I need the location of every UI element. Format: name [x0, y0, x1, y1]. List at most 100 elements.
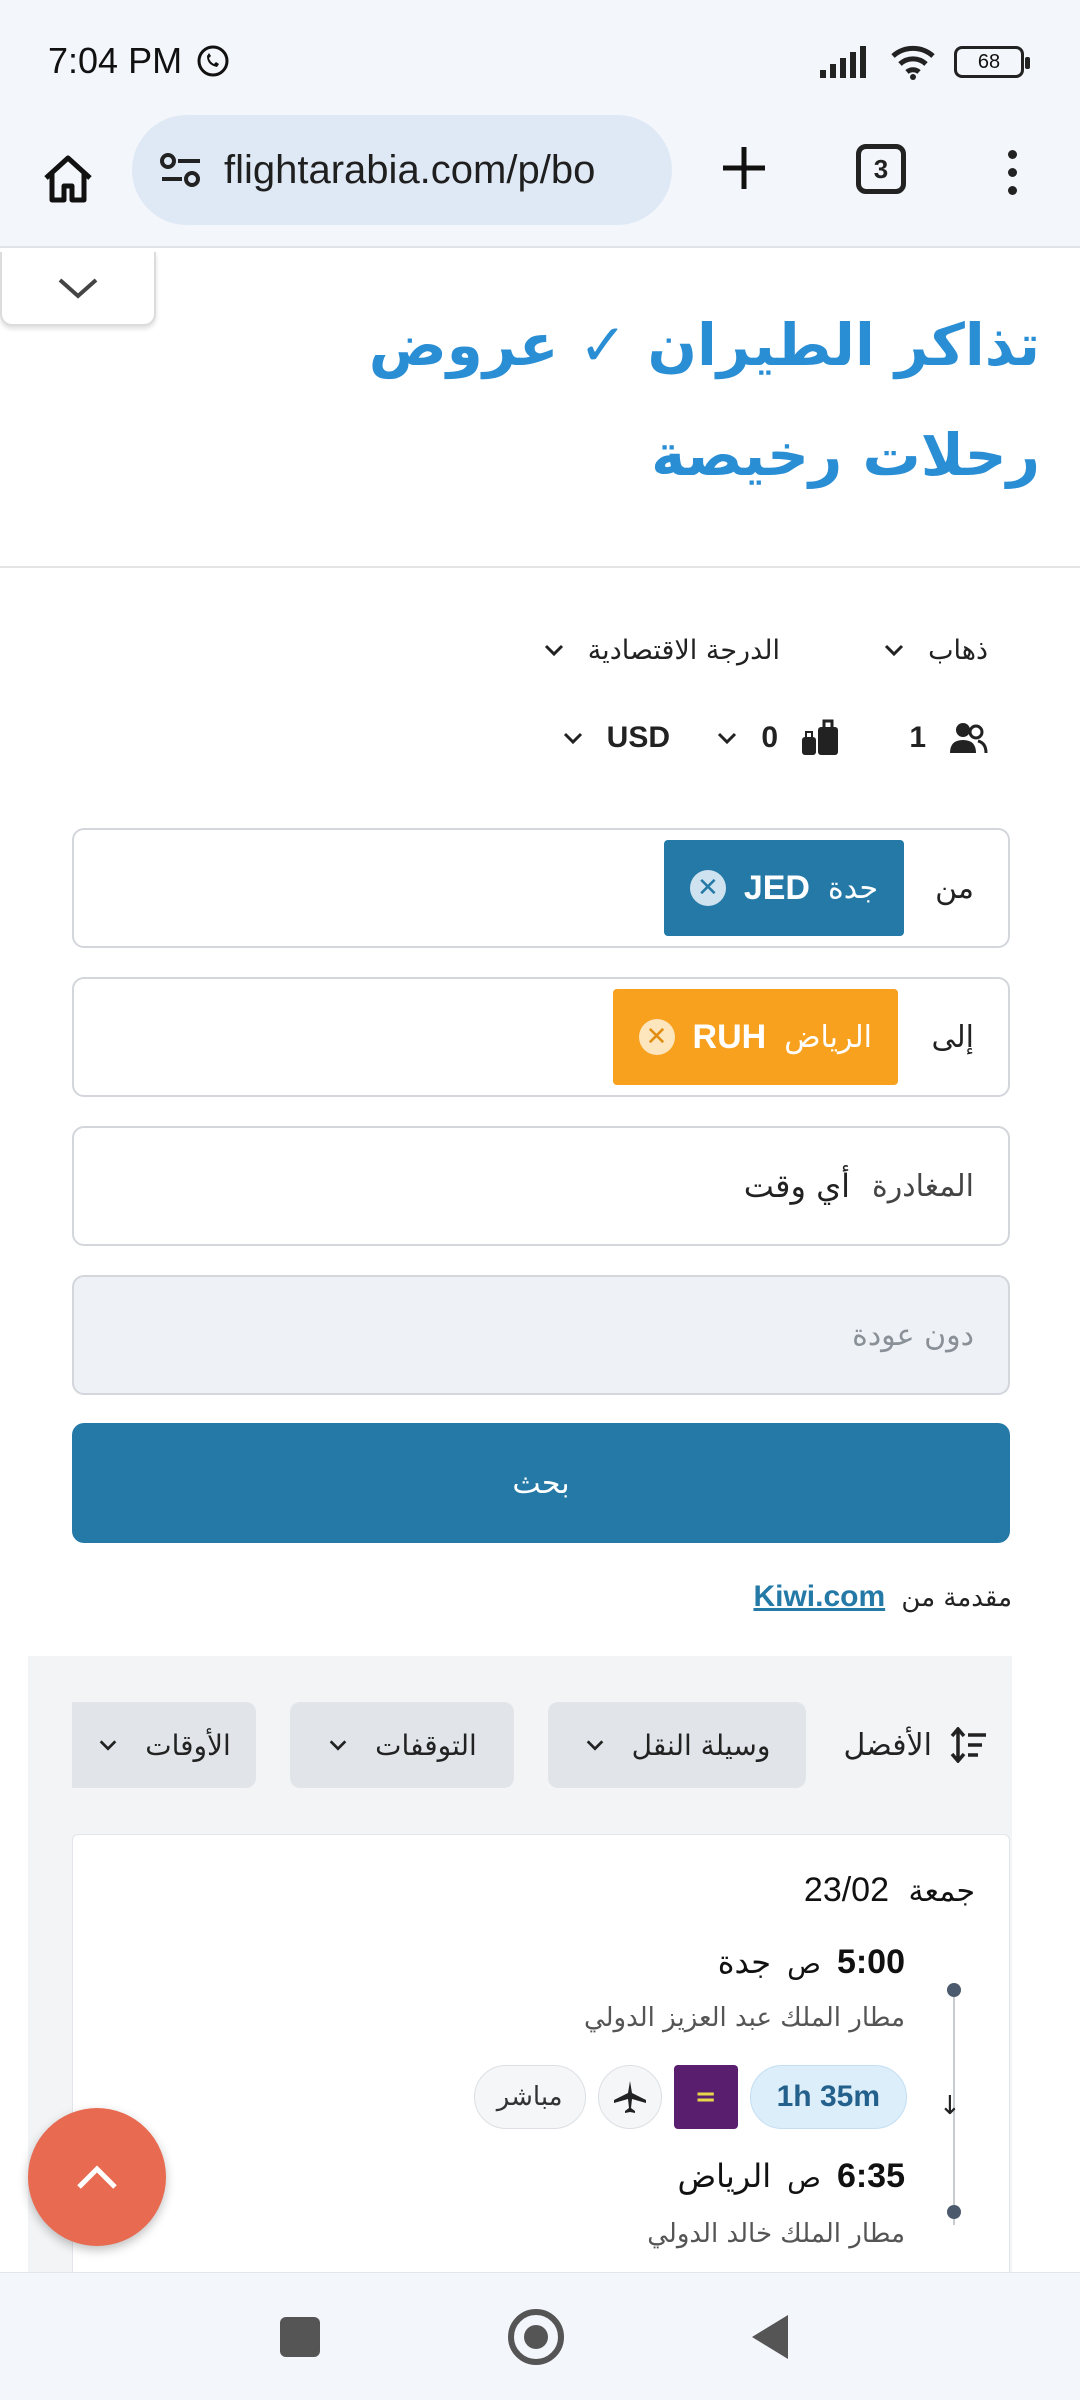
chevron-down-icon — [563, 732, 582, 745]
currency-label: USD — [606, 721, 670, 754]
home-nav-button[interactable] — [508, 2309, 564, 2365]
departure-city: جدة — [717, 1943, 772, 1981]
departure-time: 5:00 — [836, 1943, 905, 1981]
return-date-field[interactable]: دون عودة — [72, 1275, 1010, 1395]
call-icon — [197, 45, 229, 77]
airline-logo: = — [673, 2065, 738, 2129]
departure-field-content: المغادرة أي وقت — [744, 1128, 974, 1244]
recents-button[interactable] — [280, 2317, 320, 2357]
arrival-airport: مطار الملك خالد الدولي — [647, 2219, 905, 2249]
times-filter[interactable]: الأوقات — [72, 1702, 256, 1788]
chevron-down-icon — [885, 644, 904, 657]
chevron-down-icon — [586, 1740, 603, 1751]
plane-icon — [597, 2065, 662, 2129]
cabin-class-select[interactable]: الدرجة الاقتصادية — [542, 620, 780, 680]
arrival-dot — [947, 2205, 961, 2219]
departure-airport: مطار الملك عبد العزيز الدولي — [583, 2003, 905, 2033]
scroll-to-top-button[interactable] — [28, 2108, 166, 2246]
status-time: 7:04 PM — [48, 40, 230, 82]
flight-date: جمعة 23/02 — [804, 1871, 975, 1910]
flight-day: جمعة — [908, 1874, 975, 1909]
trip-type-select[interactable]: ذهاب — [882, 620, 988, 680]
duration-badge: 1h 35m — [749, 2065, 907, 2129]
more-vert-icon[interactable] — [992, 132, 1032, 212]
powered-by-text: مقدمة من — [901, 1583, 1012, 1613]
origin-label: من — [935, 870, 974, 906]
browser-toolbar: flightarabia.com/p/bo 3 — [0, 110, 1080, 248]
status-icons: 68 — [820, 40, 1030, 84]
flight-badges: 1h 35m = مباشر — [473, 2065, 907, 2129]
chevron-down-icon — [329, 1740, 347, 1751]
passengers-count: 1 — [909, 721, 926, 754]
departure-dot — [947, 1983, 961, 1997]
divider — [0, 566, 1080, 568]
remove-origin-icon[interactable]: ✕ — [689, 870, 726, 906]
origin-chip[interactable]: جدة JED ✕ — [663, 840, 904, 936]
transport-filter[interactable]: وسيلة النقل — [548, 1702, 806, 1788]
origin-code: JED — [743, 868, 810, 907]
currency-select[interactable]: USD — [561, 708, 670, 768]
remove-destination-icon[interactable]: ✕ — [638, 1019, 675, 1055]
return-placeholder: دون عودة — [852, 1317, 974, 1353]
battery-indicator: 68 — [954, 46, 1030, 78]
flight-result-card[interactable]: جمعة 23/02 ↓ 5:00 ص جدة مطار الملك عبد ا… — [72, 1834, 1010, 2294]
departure-ampm: ص — [787, 1947, 821, 1980]
flight-date-value: 23/02 — [803, 1871, 889, 1909]
chevron-down-icon — [99, 1740, 117, 1751]
home-icon — [44, 155, 92, 203]
collapse-header-button[interactable] — [0, 252, 156, 326]
sort-icon — [950, 1727, 986, 1763]
chevron-down-icon — [544, 644, 563, 657]
status-bar: 7:04 PM 68 — [0, 0, 1080, 120]
tune-icon[interactable] — [160, 152, 202, 188]
passenger-options-row: 1 0 USD — [0, 708, 1080, 768]
origin-field[interactable]: من جدة JED ✕ — [72, 828, 1010, 948]
times-filter-label: الأوقات — [145, 1728, 231, 1762]
chevron-down-icon — [58, 278, 98, 299]
sort-label: الأفضل — [843, 1727, 932, 1763]
trip-options-row: ذهاب الدرجة الاقتصادية — [0, 620, 1080, 680]
departure-date-field[interactable]: المغادرة أي وقت — [72, 1126, 1010, 1246]
filters-row: الأفضل وسيلة النقل التوقفات الأوقات — [0, 1700, 1080, 1790]
stops-filter[interactable]: التوقفات — [290, 1702, 514, 1788]
arrow-down-icon: ↓ — [939, 2091, 961, 2121]
origin-city: جدة — [827, 870, 878, 906]
passengers-select[interactable]: 1 — [909, 708, 988, 768]
arrival-city: الرياض — [677, 2157, 772, 2195]
tab-switcher-button[interactable]: 3 — [856, 144, 906, 194]
cabin-class-label: الدرجة الاقتصادية — [587, 634, 780, 666]
stops-filter-label: التوقفات — [375, 1728, 477, 1762]
signal-icon — [820, 46, 866, 78]
destination-field[interactable]: إلى الرياض RUH ✕ — [72, 977, 1010, 1097]
back-button[interactable] — [752, 2315, 788, 2359]
wifi-icon — [891, 45, 935, 80]
luggage-icon — [802, 719, 838, 755]
home-button[interactable] — [28, 138, 108, 218]
system-nav-bar — [0, 2272, 1080, 2400]
destination-code: RUH — [692, 1017, 767, 1056]
arrival-row: 6:35 ص الرياض — [677, 2157, 905, 2196]
bags-select[interactable]: 0 — [715, 708, 840, 768]
page-title: تذاكر الطيران ✓ عروض رحلات رخيصة — [368, 311, 1040, 489]
departure-label: المغادرة — [872, 1168, 974, 1204]
transport-filter-label: وسيلة النقل — [631, 1728, 771, 1762]
chevron-down-icon — [718, 732, 737, 745]
kiwi-link[interactable]: Kiwi.com — [753, 1580, 885, 1613]
chevron-up-icon — [77, 2165, 117, 2189]
plus-icon — [723, 147, 765, 189]
new-tab-button[interactable] — [704, 128, 784, 208]
search-button[interactable]: بحث — [72, 1423, 1010, 1543]
destination-label: إلى — [931, 1019, 974, 1055]
people-icon — [950, 723, 988, 754]
destination-chip[interactable]: الرياض RUH ✕ — [612, 989, 898, 1085]
departure-row: 5:00 ص جدة — [718, 1943, 905, 1982]
direct-badge: مباشر — [473, 2065, 586, 2129]
arrival-time: 6:35 — [836, 2157, 905, 2195]
sort-button[interactable]: الأفضل — [843, 1700, 988, 1790]
arrival-ampm: ص — [787, 2161, 821, 2194]
destination-city: الرياض — [784, 1019, 872, 1055]
address-bar[interactable]: flightarabia.com/p/bo — [132, 115, 672, 225]
bags-count: 0 — [761, 721, 778, 754]
departure-value: أي وقت — [743, 1167, 850, 1205]
url-text[interactable]: flightarabia.com/p/bo — [224, 148, 595, 193]
